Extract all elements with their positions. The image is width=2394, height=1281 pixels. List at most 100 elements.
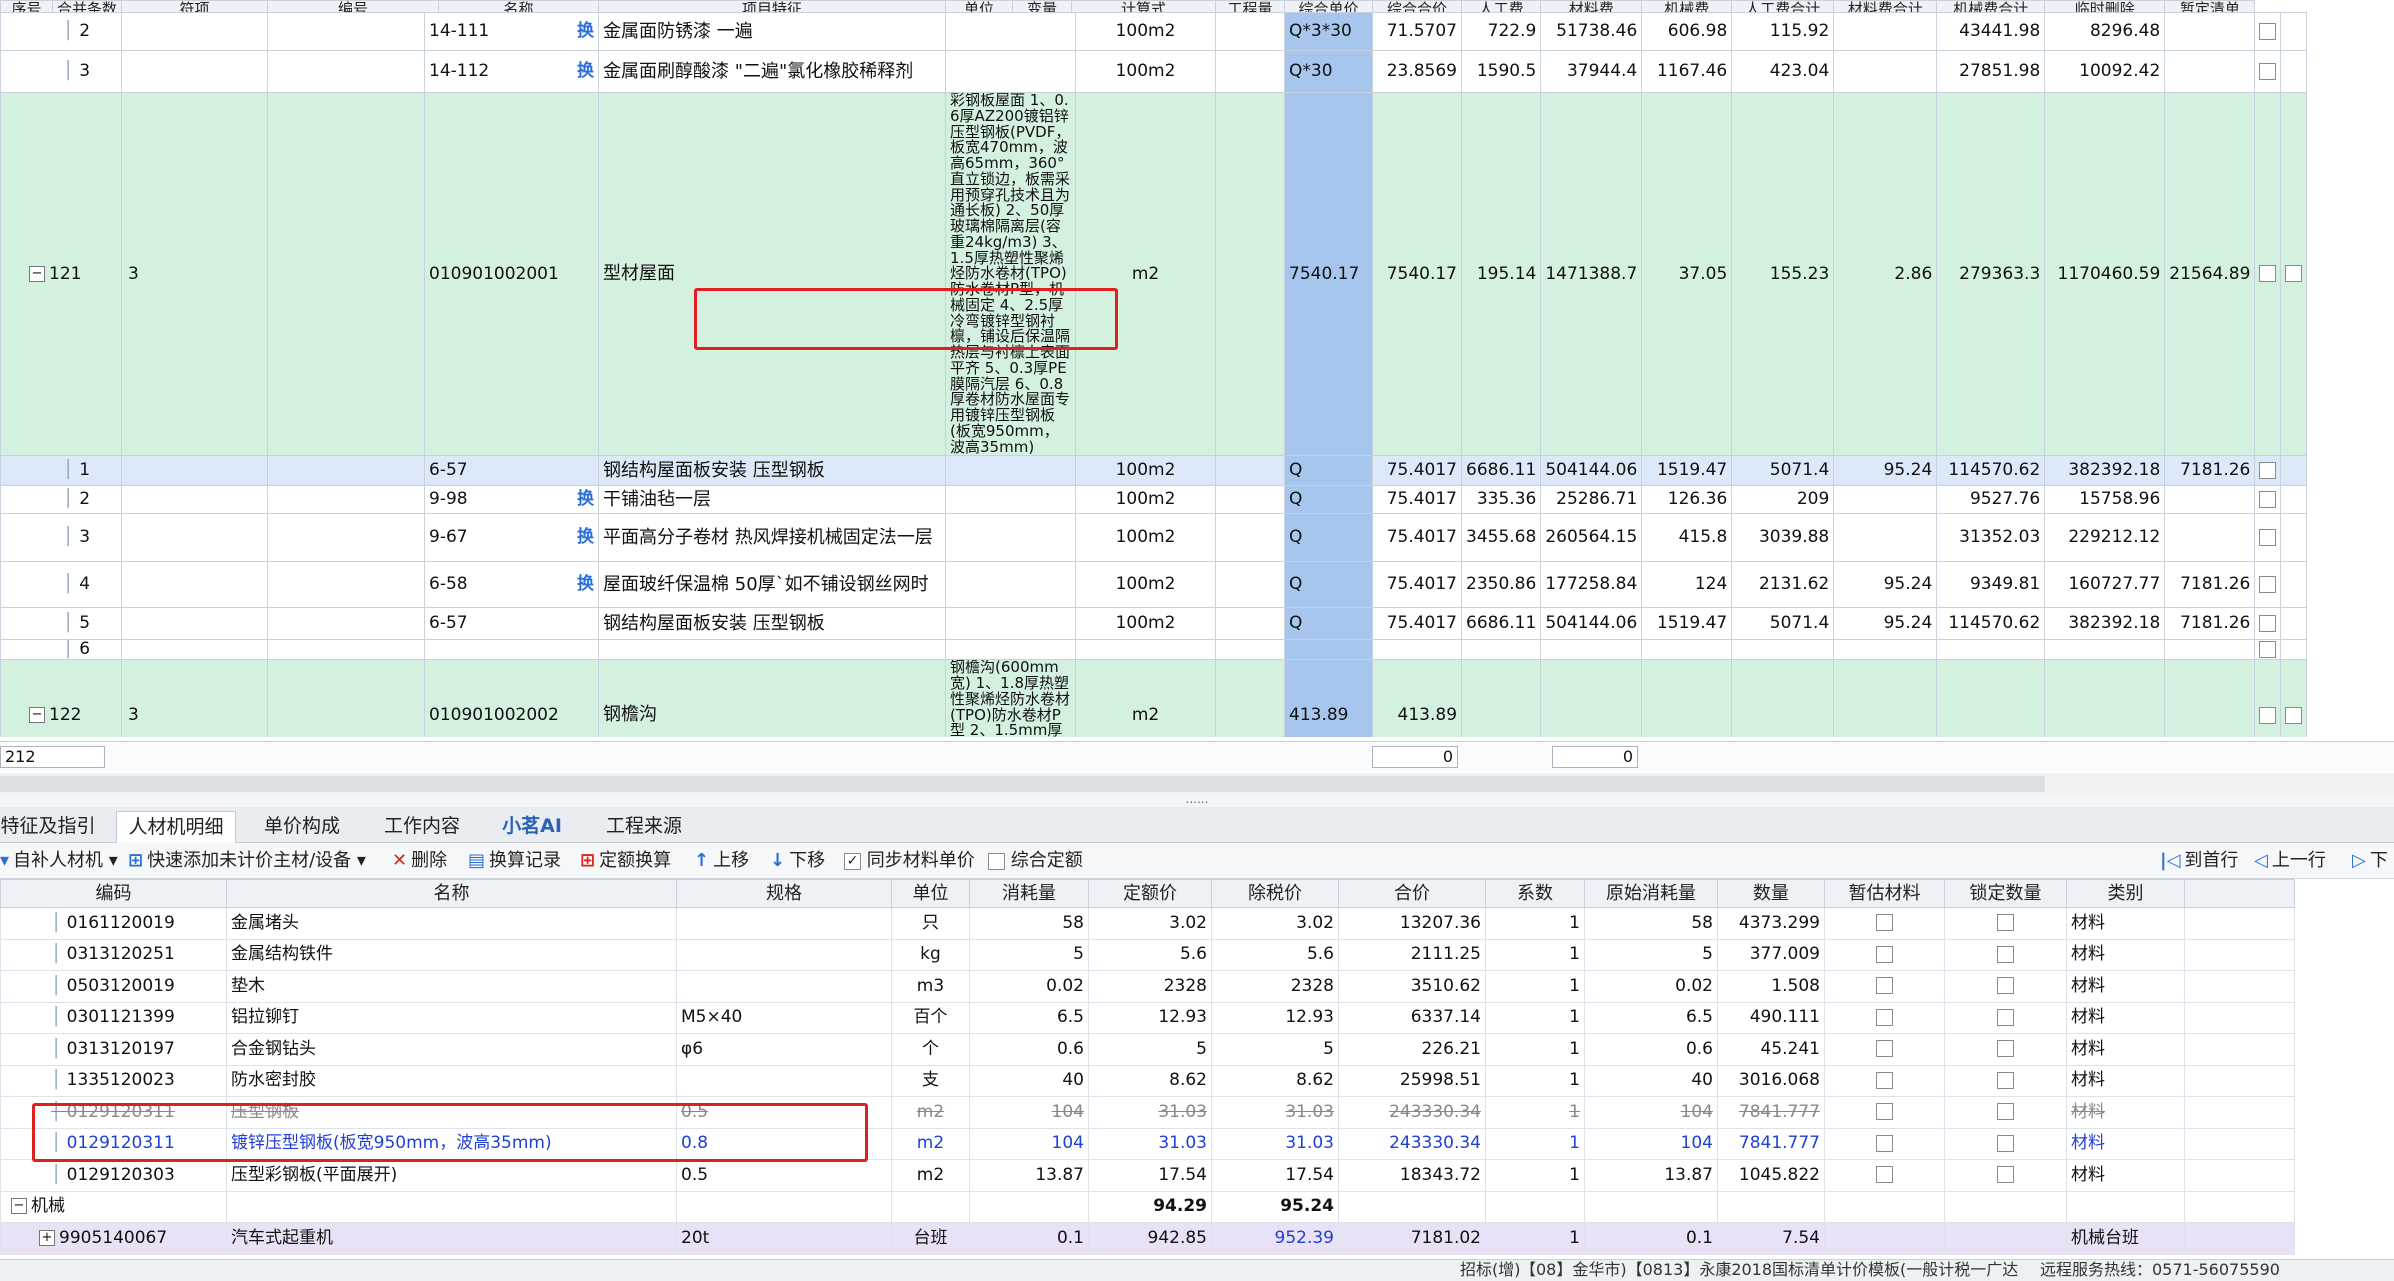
seq-cell[interactable]: −122 bbox=[0, 659, 123, 737]
formula-cell[interactable]: Q*3*30 bbox=[1284, 12, 1374, 51]
quota-row[interactable]: │ 5 6-57 钢结构屋面板安装 压型钢板 100m2 Q 75.4017 6686.11 5… bbox=[0, 607, 2308, 641]
checkbox-icon[interactable] bbox=[1997, 977, 2014, 995]
material-row[interactable]: +9905140067 汽车式起重机 20t 台班 0.1 942.85 952.39 718… bbox=[0, 1222, 2295, 1255]
seq-cell[interactable]: │ 2 bbox=[0, 485, 123, 515]
checkbox-icon[interactable] bbox=[2259, 22, 2277, 40]
quantity-cell[interactable]: 7540.17 bbox=[1372, 91, 1463, 457]
formula-cell[interactable]: Q bbox=[1284, 607, 1374, 641]
code-cell[interactable]: 6-57 bbox=[424, 607, 600, 641]
variable-cell[interactable] bbox=[1215, 50, 1286, 93]
name-cell[interactable]: 钢结构屋面板安装 压型钢板 bbox=[598, 455, 947, 487]
spec-cell[interactable]: φ6 bbox=[676, 1033, 892, 1066]
lock-cell[interactable] bbox=[1944, 1033, 2067, 1066]
provisional-cell[interactable] bbox=[2280, 91, 2308, 457]
lock-cell[interactable] bbox=[1944, 1127, 2067, 1160]
column-header[interactable]: 序号 bbox=[0, 0, 53, 13]
tab-labor-material-machine[interactable]: 人材机明细 bbox=[116, 811, 236, 843]
temp-delete-cell[interactable] bbox=[2254, 455, 2282, 487]
checkbox-icon[interactable] bbox=[2259, 575, 2277, 593]
scrollbar-thumb[interactable] bbox=[0, 776, 2045, 792]
delete-button[interactable]: ✕ 删除 bbox=[392, 850, 447, 872]
material-row[interactable]: │ 0129120311 压型钢板 0.5 m2 104 31.03 31.03 243330… bbox=[0, 1096, 2295, 1129]
provisional-cell[interactable] bbox=[2280, 485, 2308, 515]
formula-cell[interactable]: Q bbox=[1284, 513, 1374, 563]
seq-cell[interactable]: │ 4 bbox=[0, 561, 123, 609]
code-cell[interactable]: 010901002002 bbox=[424, 659, 600, 737]
provisional-cell[interactable] bbox=[2280, 513, 2308, 563]
checkbox-icon[interactable] bbox=[1997, 1166, 2014, 1184]
code-cell[interactable]: │ 0161120019 bbox=[0, 907, 227, 940]
feature-cell[interactable] bbox=[945, 485, 1077, 515]
column-header[interactable]: 原始消耗量 bbox=[1584, 879, 1718, 908]
name-cell[interactable]: 压型彩钢板(平面展开) bbox=[226, 1159, 677, 1192]
material-row[interactable]: │ 0129120303 压型彩钢板(平面展开) 0.5 m2 13.87 17.54 17… bbox=[0, 1159, 2295, 1192]
move-up-button[interactable]: ↑ 上移 bbox=[694, 850, 749, 872]
quantity-cell[interactable]: 75.4017 bbox=[1372, 485, 1463, 515]
formula-cell[interactable] bbox=[1284, 639, 1374, 661]
quantity-cell[interactable]: 23.8569 bbox=[1372, 50, 1463, 93]
feature-cell[interactable] bbox=[945, 513, 1077, 563]
consume-cell[interactable]: 104 bbox=[969, 1096, 1089, 1129]
consume-cell[interactable]: 58 bbox=[969, 907, 1089, 940]
material-row[interactable]: │ 0313120197 合金钢钻头 φ6 个 0.6 5 5 226.21 1 0.6 45.24… bbox=[0, 1033, 2295, 1066]
replace-icon[interactable]: 换 bbox=[577, 528, 594, 547]
spec-cell[interactable] bbox=[676, 907, 892, 940]
code-cell[interactable]: │ 0129120311 bbox=[0, 1127, 227, 1160]
name-cell[interactable]: 镀锌压型钢板(板宽950mm，波高35mm) bbox=[226, 1127, 677, 1160]
tab-work-content[interactable]: 工作内容 bbox=[370, 811, 474, 843]
temp-delete-cell[interactable] bbox=[2254, 639, 2282, 661]
consume-cell[interactable]: 104 bbox=[969, 1127, 1089, 1160]
spec-cell[interactable]: 0.8 bbox=[676, 1127, 892, 1160]
name-cell[interactable]: 型材屋面 bbox=[598, 91, 947, 457]
temp-delete-cell[interactable] bbox=[2254, 485, 2282, 515]
name-cell[interactable]: 干铺油毡一层 bbox=[598, 485, 947, 515]
name-cell[interactable]: 垫木 bbox=[226, 970, 677, 1003]
consume-cell[interactable]: 40 bbox=[969, 1064, 1089, 1097]
group-row[interactable]: − 机械 94.29 95.24 bbox=[0, 1190, 2295, 1223]
code-cell[interactable]: │ 0313120197 bbox=[0, 1033, 227, 1066]
lock-cell[interactable] bbox=[1944, 907, 2067, 940]
material-row[interactable]: │ 0161120019 金属堵头只 58 3.02 3.02 13207.36 1 58 43… bbox=[0, 907, 2295, 940]
quota-calc-button[interactable]: ⊞ 定额换算 bbox=[580, 850, 671, 872]
quantity-cell[interactable] bbox=[1372, 639, 1463, 661]
column-header[interactable]: 编码 bbox=[0, 879, 227, 908]
name-cell[interactable] bbox=[598, 639, 947, 661]
consume-cell[interactable]: 13.87 bbox=[969, 1159, 1089, 1192]
quota-row[interactable]: │ 6 bbox=[0, 639, 2308, 661]
feature-cell[interactable] bbox=[945, 12, 1077, 51]
quantity-cell[interactable]: 71.5707 bbox=[1372, 12, 1463, 51]
quantity-cell[interactable]: 413.89 bbox=[1372, 659, 1463, 737]
quota-row[interactable]: │ 1 6-57 钢结构屋面板安装 压型钢板 100m2 Q 75.4017 6686.11 5… bbox=[0, 455, 2308, 487]
panel-splitter[interactable]: ...... bbox=[0, 793, 2394, 807]
consume-cell[interactable]: 5 bbox=[969, 938, 1089, 971]
checkbox-icon[interactable] bbox=[1876, 945, 1893, 963]
column-header[interactable]: 锁定数量 bbox=[1944, 879, 2067, 908]
replace-icon[interactable]: 换 bbox=[577, 490, 594, 509]
name-cell[interactable]: 金属结构铁件 bbox=[226, 938, 677, 971]
checkbox-icon[interactable] bbox=[2259, 265, 2277, 283]
lock-cell[interactable] bbox=[1944, 1159, 2067, 1192]
quota-row[interactable]: │ 3 14-112 换金属面刷醇酸漆 "二遍"氯化橡胶稀释剂 100m2 Q*30 23.… bbox=[0, 50, 2308, 93]
checkbox-icon[interactable] bbox=[1876, 1103, 1893, 1121]
checkbox-icon[interactable] bbox=[1997, 1134, 2014, 1152]
checkbox-icon[interactable] bbox=[1876, 1040, 1893, 1058]
feature-cell[interactable] bbox=[945, 50, 1077, 93]
quantity-cell[interactable]: 75.4017 bbox=[1372, 561, 1463, 609]
column-header[interactable]: 材料费 bbox=[1540, 0, 1643, 13]
checkbox-icon[interactable] bbox=[1997, 1008, 2014, 1026]
name-cell[interactable]: 屋面玻纤保温棉 50厚`如不铺设钢丝网时 bbox=[598, 561, 947, 609]
checkbox-icon[interactable] bbox=[1997, 1103, 2014, 1121]
column-header[interactable]: 机械费合计 bbox=[1936, 0, 2046, 13]
temp-delete-cell[interactable] bbox=[2254, 513, 2282, 563]
column-header[interactable]: 项目特征 bbox=[598, 0, 947, 13]
tab-source[interactable]: 工程来源 bbox=[592, 811, 696, 843]
seq-cell[interactable]: −121 bbox=[0, 91, 123, 457]
temp-delete-cell[interactable] bbox=[2254, 12, 2282, 51]
spec-cell[interactable] bbox=[676, 1190, 892, 1223]
collapse-icon[interactable]: − bbox=[29, 707, 45, 724]
column-header[interactable]: 除税价 bbox=[1211, 879, 1339, 908]
column-header[interactable]: 暂定清单 bbox=[2164, 0, 2256, 13]
estimate-cell[interactable] bbox=[1824, 1001, 1945, 1034]
checkbox-icon[interactable] bbox=[1997, 914, 2014, 932]
move-down-button[interactable]: ↓ 下移 bbox=[770, 850, 825, 872]
